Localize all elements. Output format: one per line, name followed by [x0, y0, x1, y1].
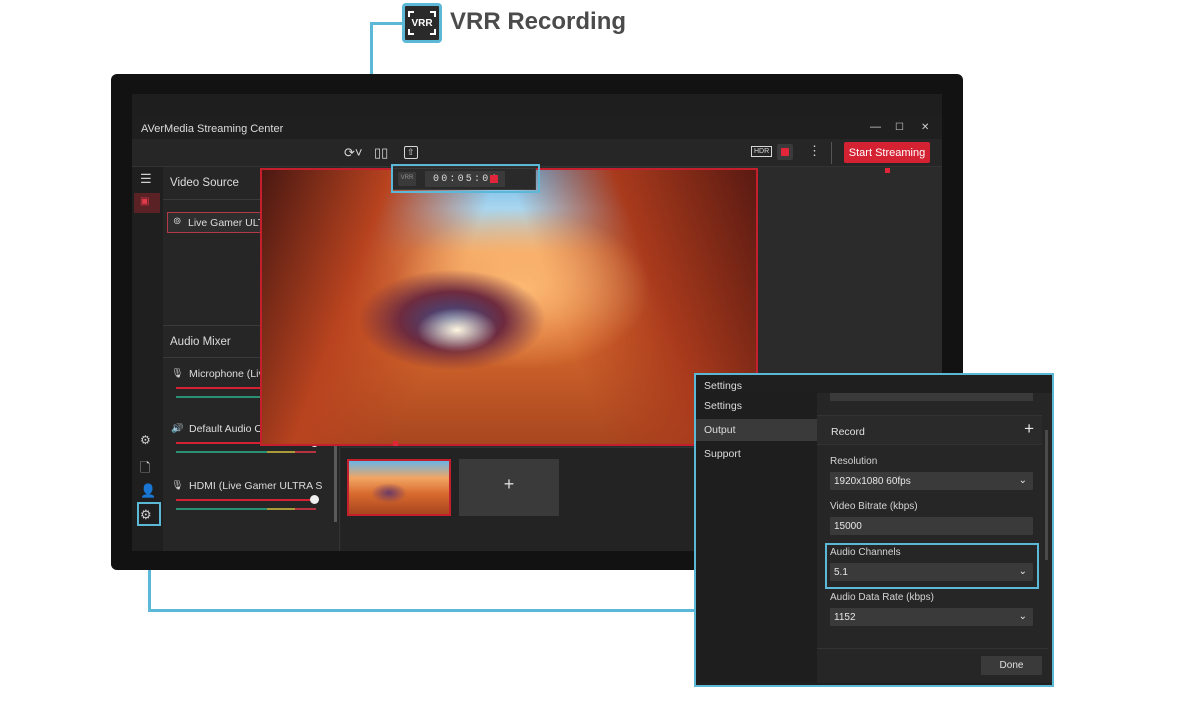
level-meter	[176, 508, 316, 510]
minimize-button[interactable]: —	[870, 121, 881, 133]
scene-settings-icon[interactable]: ⚙	[140, 433, 151, 447]
microphone-icon: 🎙	[171, 368, 184, 379]
audio-mixer-row: 🎙 HDMI (Live Gamer ULTRA S ...	[171, 480, 326, 510]
settings-gear-highlight	[137, 502, 161, 526]
start-streaming-button[interactable]: Start Streaming	[844, 142, 930, 163]
scene-thumbnail[interactable]	[347, 459, 451, 516]
account-icon[interactable]: 👤	[140, 483, 156, 499]
video-source-title: Video Source	[170, 177, 239, 189]
callout-connector	[370, 22, 402, 25]
left-rail: ☰ ▣ ⚙ 🗋 👤 ⚙	[132, 167, 163, 551]
vrr-callout-icon: VRR	[402, 3, 442, 43]
capture-mode-button[interactable]: ▣	[134, 193, 160, 213]
record-button[interactable]	[777, 144, 793, 160]
audio-channels-highlight	[825, 543, 1039, 589]
menu-icon[interactable]: ☰	[140, 171, 152, 187]
rotate-icon[interactable]: ⟳˅	[344, 145, 362, 161]
audio-channel-label: HDMI (Live Gamer ULTRA S ...	[189, 480, 326, 492]
maximize-button[interactable]: ☐	[895, 122, 904, 133]
vrr-bar-highlight	[391, 164, 540, 193]
add-scene-button[interactable]: +	[459, 459, 559, 516]
resize-handle[interactable]	[393, 441, 398, 446]
callout-title: VRR Recording	[450, 8, 627, 35]
microphone-icon: 🎙	[171, 480, 184, 491]
close-button[interactable]: ✕	[921, 122, 929, 133]
level-meter	[176, 451, 316, 453]
capture-icon: ▣	[140, 196, 150, 207]
audio-mixer-title: Audio Mixer	[170, 336, 231, 348]
volume-slider-handle[interactable]	[310, 495, 319, 504]
upload-icon[interactable]: ⇧	[404, 146, 418, 159]
live-preview-image[interactable]	[260, 168, 758, 446]
toolbar-divider	[831, 142, 832, 164]
toolbar: ⟳˅ ▯▯ ⇧ HDR ⋮ Start Streaming	[132, 139, 942, 167]
window-title: AVerMedia Streaming Center	[141, 123, 284, 135]
split-view-icon[interactable]: ▯▯	[374, 145, 388, 161]
vrr-toggle-icon[interactable]: HDR	[751, 146, 773, 157]
settings-dialog-highlight	[694, 373, 1054, 687]
more-menu-icon[interactable]: ⋮	[808, 143, 821, 159]
settings-connector	[148, 609, 696, 612]
resize-handle[interactable]	[885, 168, 890, 173]
speaker-icon: 🔊	[171, 423, 184, 434]
file-icon[interactable]: 🗋	[140, 459, 150, 481]
webcam-icon: ⊚	[173, 216, 182, 227]
volume-slider[interactable]	[176, 499, 316, 501]
title-bar: AVerMedia Streaming Center — ☐ ✕	[132, 117, 942, 139]
vrr-callout-badge-text: VRR	[411, 17, 433, 29]
